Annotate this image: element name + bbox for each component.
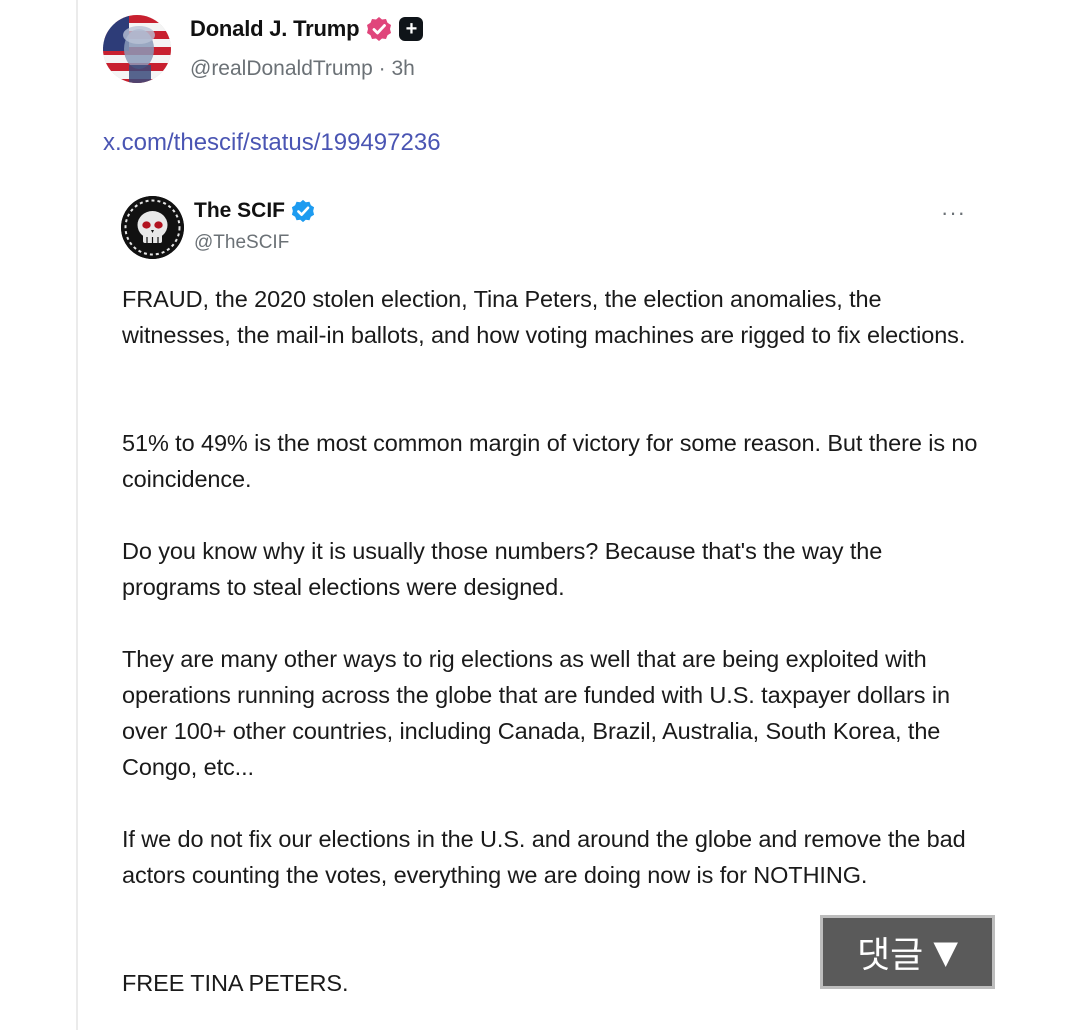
quote-author-name[interactable]: The SCIF: [194, 199, 285, 223]
quote-paragraph: 51% to 49% is the most common margin of …: [122, 430, 978, 492]
quote-author-name-row: The SCIF: [194, 199, 315, 223]
plus-badge-icon: +: [399, 17, 424, 41]
author-handle-time: @realDonaldTrump · 3h: [190, 57, 415, 80]
verified-badge-icon: [367, 17, 392, 41]
author-avatar[interactable]: [103, 15, 171, 83]
quote-author-handle[interactable]: @TheSCIF: [194, 232, 289, 254]
comments-label: 댓글: [857, 935, 924, 976]
author-name-row: Donald J. Trump +: [190, 16, 424, 42]
quoted-post-card[interactable]: The SCIF @TheSCIF ··· FRAUD, the 2020 st…: [103, 182, 993, 1030]
more-options-icon[interactable]: ···: [941, 200, 966, 226]
skull-logo-icon: [121, 196, 184, 259]
quoted-post-link[interactable]: x.com/thescif/status/199497236: [103, 129, 441, 157]
quote-paragraph: They are many other ways to rig election…: [122, 646, 950, 780]
quote-author-avatar[interactable]: [121, 196, 184, 259]
left-divider: [76, 0, 78, 1030]
quote-paragraph: If we do not fix our elections in the U.…: [122, 826, 966, 888]
avatar-flag-portrait-icon: [103, 15, 171, 83]
quote-paragraph: Do you know why it is usually those numb…: [122, 538, 883, 600]
verified-badge-icon: [291, 199, 315, 223]
quote-paragraph: FRAUD, the 2020 stolen election, Tina Pe…: [122, 286, 966, 348]
triangle-down-icon: ▼: [933, 933, 958, 971]
comments-button[interactable]: 댓글 ▼: [820, 915, 995, 989]
author-name[interactable]: Donald J. Trump: [190, 16, 360, 42]
